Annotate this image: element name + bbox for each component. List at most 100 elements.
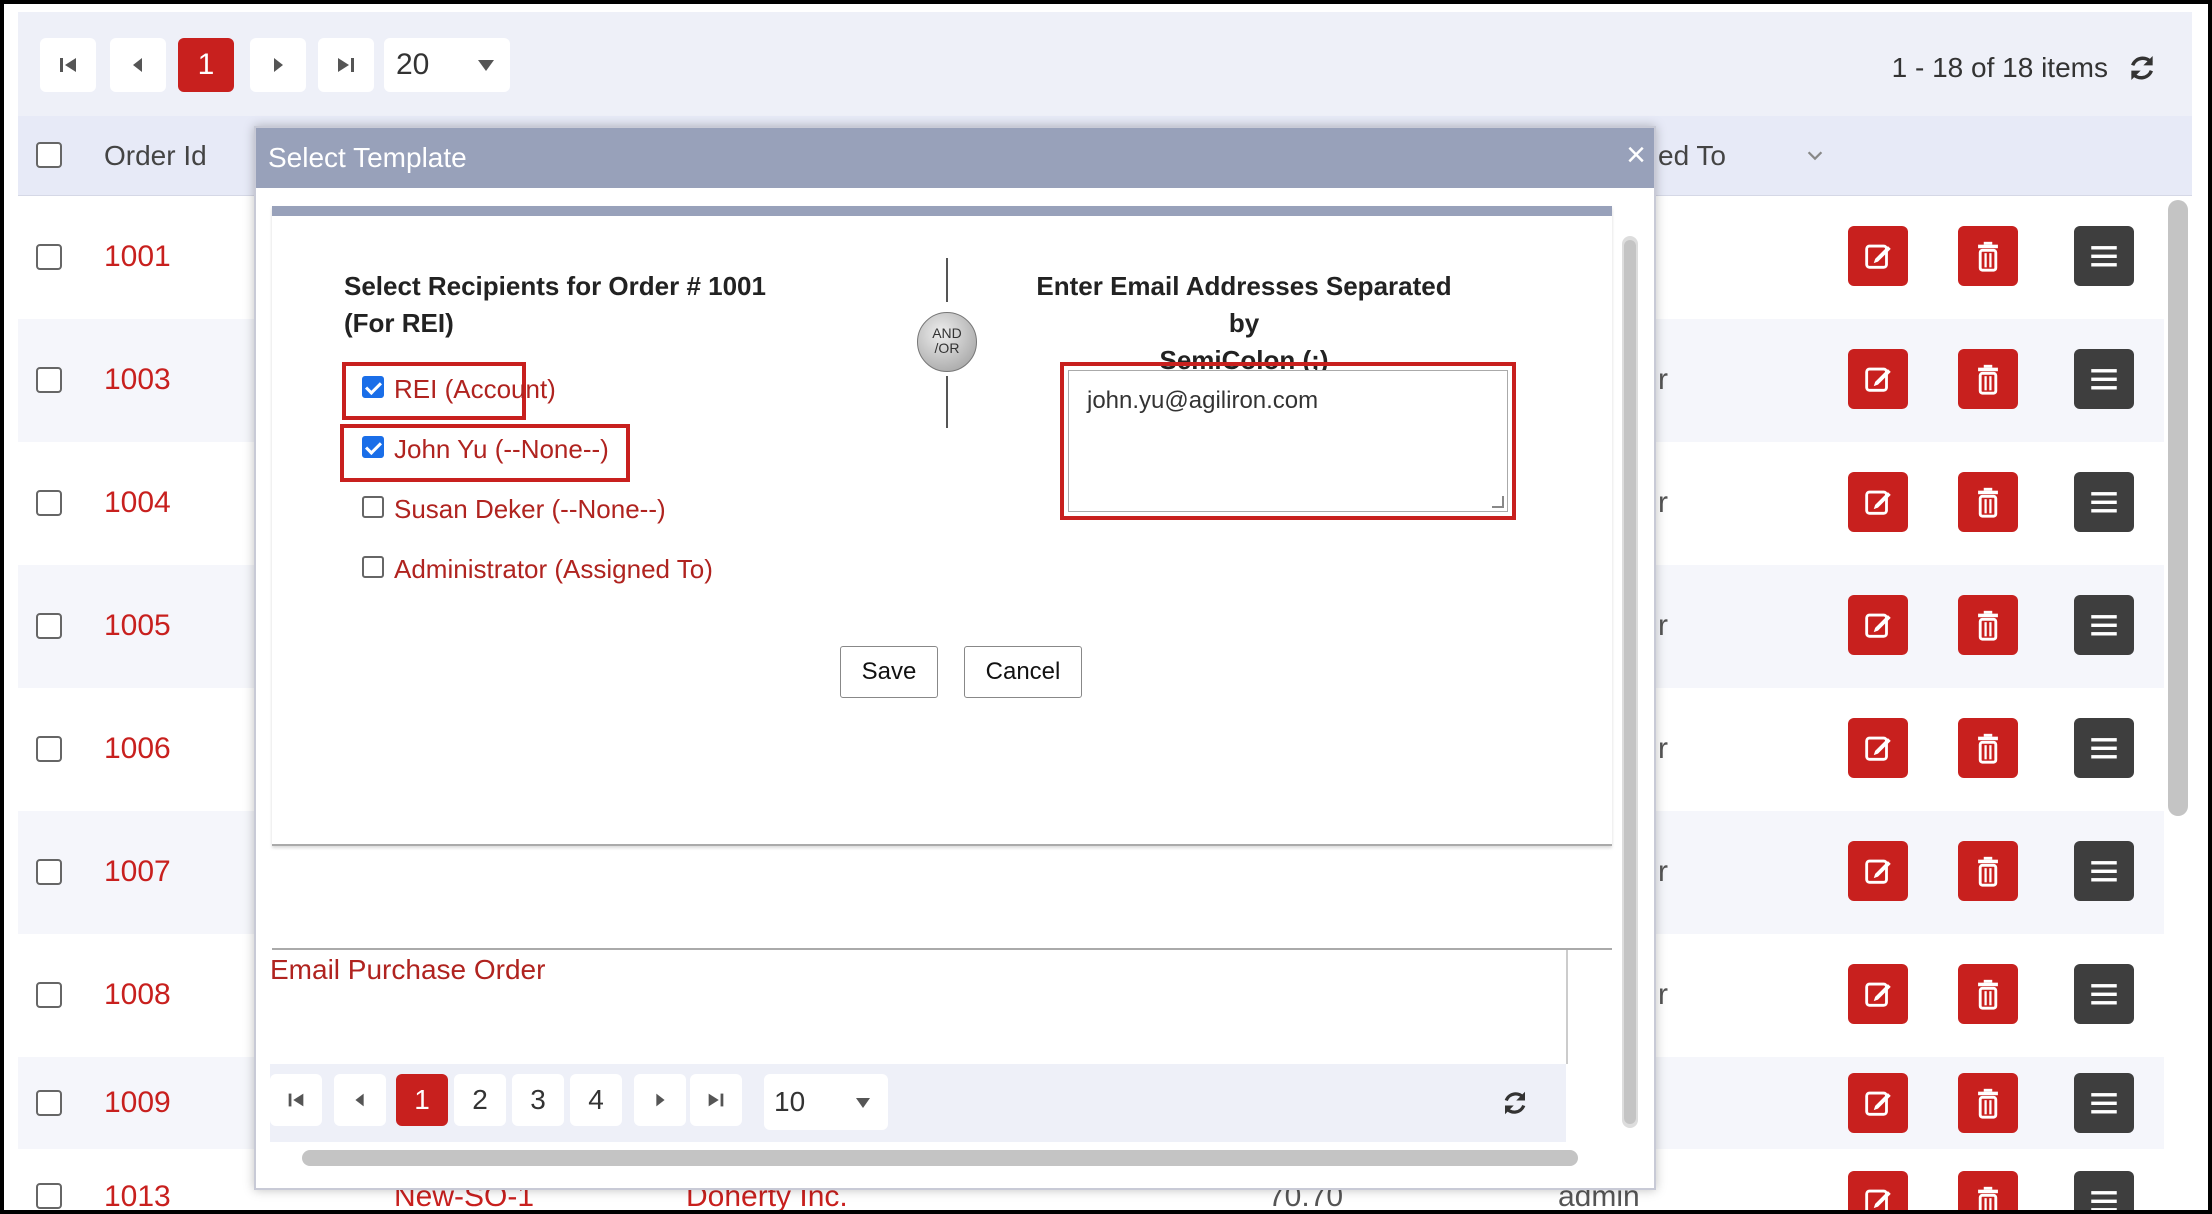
first-page-button[interactable] (40, 38, 96, 92)
delete-button[interactable] (1958, 349, 2018, 409)
row-checkbox[interactable] (36, 736, 62, 762)
app-frame: 1 20 1 - 18 of 18 items Order Id ed To 1… (0, 0, 2212, 1214)
edit-button[interactable] (1848, 472, 1908, 532)
order-id-link[interactable]: 1007 (104, 855, 171, 889)
dialog-titlebar: Select Template × (256, 128, 1654, 188)
recipient-checkbox[interactable] (362, 556, 384, 579)
recipient-rei[interactable]: REI (Account) (362, 374, 556, 405)
next-page-icon (274, 58, 283, 72)
delete-button[interactable] (1958, 964, 2018, 1024)
order-id-link[interactable]: 1004 (104, 486, 171, 520)
delete-button[interactable] (1958, 718, 2018, 778)
menu-button[interactable] (2074, 349, 2134, 409)
row-checkbox[interactable] (36, 1183, 62, 1209)
page-1-button[interactable]: 1 (178, 38, 234, 92)
refresh-icon[interactable] (2126, 52, 2158, 84)
template-list-item[interactable]: Email Purchase Order (270, 954, 545, 986)
edit-button[interactable] (1848, 964, 1908, 1024)
menu-button[interactable] (2074, 1171, 2134, 1210)
template-pager: 1 2 3 4 10 (270, 1064, 1566, 1142)
row-checkbox[interactable] (36, 859, 62, 885)
page-button-4[interactable]: 4 (570, 1074, 622, 1126)
edit-button[interactable] (1848, 595, 1908, 655)
prev-page-button[interactable] (334, 1074, 386, 1126)
and-or-icon: AND /OR (917, 312, 977, 372)
last-page-button[interactable] (690, 1074, 742, 1126)
page-button-2[interactable]: 2 (454, 1074, 506, 1126)
order-id-link[interactable]: 1001 (104, 240, 171, 274)
refresh-icon[interactable] (1500, 1088, 1530, 1118)
row-checkbox[interactable] (36, 613, 62, 639)
next-page-button[interactable] (634, 1074, 686, 1126)
edit-button[interactable] (1848, 718, 1908, 778)
row-checkbox[interactable] (36, 490, 62, 516)
order-id-link[interactable]: 1003 (104, 363, 171, 397)
edit-button[interactable] (1848, 1171, 1908, 1210)
page-button-3[interactable]: 3 (512, 1074, 564, 1126)
prev-page-button[interactable] (110, 38, 166, 92)
hamburger-icon (2091, 1093, 2117, 1114)
menu-button[interactable] (2074, 841, 2134, 901)
edit-button[interactable] (1848, 349, 1908, 409)
recipient-administrator[interactable]: Administrator (Assigned To) (362, 554, 713, 585)
recipient-label: John Yu (--None--) (394, 434, 609, 464)
next-page-button[interactable] (250, 38, 306, 92)
page-size-value: 10 (774, 1086, 806, 1117)
edit-button[interactable] (1848, 1073, 1908, 1133)
delete-button[interactable] (1958, 1171, 2018, 1210)
order-id-link[interactable]: 1013 (104, 1180, 171, 1210)
save-button[interactable]: Save (840, 646, 938, 698)
recipient-checkbox[interactable] (362, 496, 384, 519)
order-id-column-header[interactable]: Order Id (104, 140, 207, 172)
menu-button[interactable] (2074, 1073, 2134, 1133)
page-size-select[interactable]: 10 (764, 1074, 888, 1130)
page-button-1[interactable]: 1 (396, 1074, 448, 1126)
recipient-susan-deker[interactable]: Susan Deker (--None--) (362, 494, 666, 525)
order-id-link[interactable]: 1006 (104, 732, 171, 766)
menu-button[interactable] (2074, 595, 2134, 655)
edit-button[interactable] (1848, 226, 1908, 286)
email-addresses-textarea[interactable]: john.yu@agiliron.com (1068, 370, 1508, 512)
row-checkbox[interactable] (36, 367, 62, 393)
trash-icon (1978, 487, 1998, 518)
row-checkbox[interactable] (36, 244, 62, 270)
dialog-horizontal-scrollbar[interactable] (302, 1150, 1578, 1166)
resize-handle-icon[interactable] (1492, 496, 1504, 508)
assigned-to-column-header[interactable]: ed To (1658, 140, 1726, 172)
assigned-to-cell: r (1658, 732, 1668, 765)
row-checkbox[interactable] (36, 1090, 62, 1116)
cancel-button[interactable]: Cancel (964, 646, 1082, 698)
email-title-line1: Enter Email Addresses Separated by (1036, 271, 1452, 338)
hamburger-icon (2091, 861, 2117, 882)
grid-scrollbar[interactable] (2168, 200, 2188, 816)
menu-button[interactable] (2074, 226, 2134, 286)
edit-button[interactable] (1848, 841, 1908, 901)
first-page-icon (288, 1093, 304, 1107)
select-all-checkbox[interactable] (36, 142, 62, 168)
row-checkbox[interactable] (36, 982, 62, 1008)
menu-button[interactable] (2074, 472, 2134, 532)
recipient-checkbox[interactable] (362, 436, 384, 459)
last-page-button[interactable] (318, 38, 374, 92)
menu-button[interactable] (2074, 964, 2134, 1024)
delete-button[interactable] (1958, 226, 2018, 286)
dialog-vertical-scrollbar[interactable] (1622, 236, 1638, 1128)
order-id-link[interactable]: 1005 (104, 609, 171, 643)
edit-icon (1865, 859, 1891, 884)
recipient-checkbox[interactable] (362, 376, 384, 399)
assigned-to-cell: r (1658, 978, 1668, 1011)
delete-button[interactable] (1958, 472, 2018, 532)
order-id-link[interactable]: 1009 (104, 1086, 171, 1120)
delete-button[interactable] (1958, 595, 2018, 655)
menu-button[interactable] (2074, 718, 2134, 778)
scroll-thumb[interactable] (1624, 240, 1636, 1124)
edit-icon (1865, 736, 1891, 761)
chevron-down-icon[interactable] (1804, 144, 1826, 166)
order-id-link[interactable]: 1008 (104, 978, 171, 1012)
page-size-select[interactable]: 20 (384, 38, 510, 92)
recipient-john-yu[interactable]: John Yu (--None--) (362, 434, 609, 465)
delete-button[interactable] (1958, 1073, 2018, 1133)
first-page-button[interactable] (270, 1074, 322, 1126)
close-icon[interactable]: × (1626, 138, 1646, 172)
delete-button[interactable] (1958, 841, 2018, 901)
